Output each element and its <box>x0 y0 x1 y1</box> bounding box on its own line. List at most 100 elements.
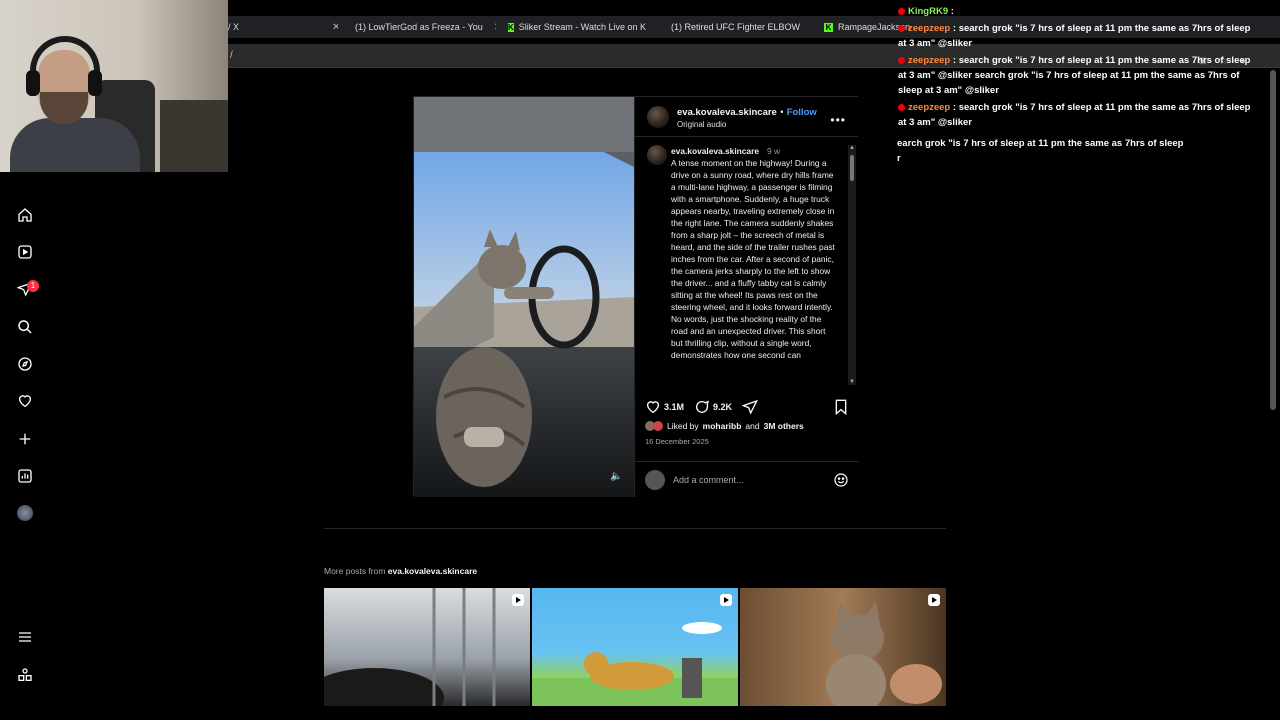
liked-by-prefix: Liked by <box>667 421 699 431</box>
author-username[interactable]: eva.kovaleva.skincare <box>677 107 777 118</box>
grid-post[interactable] <box>532 588 738 706</box>
tab-label: (1) Retired UFC Fighter ELBOW <box>671 22 801 32</box>
chat-overflow-text: earch grok "is 7 hrs of sleep at 11 pm t… <box>897 136 1257 166</box>
post-dialog: 🔈 eva.kovaleva.skincare • Follow Origina… <box>413 96 859 497</box>
post-header: eva.kovaleva.skincare • Follow Original … <box>635 97 858 137</box>
profile-avatar[interactable] <box>16 504 34 522</box>
notification-badge: 1 <box>27 280 39 292</box>
chat-message: zeepzeep : search grok "is 7 hrs of slee… <box>898 100 1260 130</box>
close-icon[interactable]: ✕ <box>332 22 338 33</box>
scroll-down-icon[interactable]: ▼ <box>848 379 856 385</box>
grid-post[interactable] <box>324 588 530 706</box>
liked-by-others[interactable]: 3M others <box>764 421 804 431</box>
chat-overflow-line: earch grok "is 7 hrs of sleep at 11 pm t… <box>897 138 1184 149</box>
more-apps-icon[interactable] <box>16 666 34 684</box>
url-text: / <box>230 50 233 61</box>
webcam-overlay <box>0 0 228 172</box>
scroll-up-icon[interactable]: ▲ <box>848 145 856 151</box>
chat-badge-icon <box>898 103 905 111</box>
video-frame-cat-driving <box>414 97 634 497</box>
close-icon[interactable]: ✕ <box>811 22 812 33</box>
emoji-icon[interactable] <box>833 472 849 488</box>
menu-icon[interactable] <box>16 628 34 646</box>
caption-scrollbar[interactable]: ▲ ▼ <box>848 145 856 385</box>
headset-left-ear <box>26 70 40 96</box>
mute-icon[interactable]: 🔈 <box>610 471 622 482</box>
post-video[interactable]: 🔈 <box>414 97 634 497</box>
save-icon[interactable] <box>834 399 848 418</box>
thumbnail-cartoon-dog <box>532 622 738 706</box>
chat-username: zeepzeep <box>908 23 951 34</box>
chat-message: KingRK9 : <box>898 4 1260 19</box>
section-divider <box>324 528 946 529</box>
comment-input[interactable]: Add a comment... <box>673 475 825 485</box>
chat-username: KingRK9 <box>908 6 949 17</box>
headset-right-ear <box>88 70 102 96</box>
dashboard-icon[interactable] <box>16 467 34 485</box>
home-icon[interactable] <box>16 206 34 224</box>
heart-icon[interactable] <box>16 392 34 410</box>
stream-chat: KingRK9 : zeepzeep : search grok "is 7 h… <box>898 4 1260 132</box>
comment-icon[interactable] <box>694 399 710 415</box>
browser-tab[interactable]: (1) Retired UFC Fighter ELBOW ✕ <box>666 16 812 38</box>
caption-text: A tense moment on the highway! During a … <box>671 158 835 360</box>
caption-time: 9 w <box>767 146 781 156</box>
explore-icon[interactable] <box>16 355 34 373</box>
liked-by-and: and <box>745 421 760 431</box>
grid-post[interactable] <box>740 588 946 706</box>
liker-avatar <box>653 421 663 431</box>
liked-by-user[interactable]: moharibb <box>703 421 742 431</box>
kick-icon: K <box>508 22 514 32</box>
comment-count[interactable]: 9.2K <box>713 402 732 412</box>
reel-icon <box>512 594 524 606</box>
browser-tab[interactable]: (1) LowTierGod as Freeza - You ✕ <box>350 16 496 38</box>
post-actions: 3.1M 9.2K <box>645 397 849 417</box>
webcam-shelf <box>160 100 228 172</box>
create-icon[interactable] <box>16 430 34 448</box>
chat-username: zeepzeep <box>908 55 951 66</box>
tab-label: / X <box>228 22 240 32</box>
page-scrollbar[interactable] <box>1270 70 1276 410</box>
reels-icon[interactable] <box>16 243 34 261</box>
reel-icon <box>720 594 732 606</box>
share-icon[interactable] <box>742 399 759 415</box>
like-icon[interactable] <box>645 399 661 415</box>
chat-username: zeepzeep <box>908 102 951 113</box>
chat-badge-icon <box>898 56 905 64</box>
close-icon[interactable]: ✕ <box>494 22 496 33</box>
chat-separator: : <box>948 6 954 17</box>
comment-box: Add a comment... <box>635 461 859 497</box>
author-avatar[interactable] <box>647 105 669 128</box>
like-count[interactable]: 3.1M <box>664 402 684 412</box>
caption-username[interactable]: eva.kovaleva.skincare <box>671 146 759 156</box>
more-options-icon[interactable]: ••• <box>830 113 846 127</box>
tab-label: (1) LowTierGod as Freeza - You <box>355 22 483 32</box>
caption-area: eva.kovaleva.skincare 9 w A tense moment … <box>635 145 849 385</box>
follow-button[interactable]: Follow <box>787 107 817 118</box>
chat-message: zeepzeep : search grok "is 7 hrs of slee… <box>898 53 1260 98</box>
liked-by: Liked by moharibb and 3M others <box>645 421 804 431</box>
caption: eva.kovaleva.skincare 9 w A tense moment … <box>671 145 839 385</box>
chat-overflow-line: r <box>897 153 901 164</box>
search-icon[interactable] <box>16 318 34 336</box>
commenter-avatar <box>645 469 665 490</box>
thumbnail-kitten <box>826 602 942 706</box>
reel-icon <box>928 594 940 606</box>
chat-message: zeepzeep : search grok "is 7 hrs of slee… <box>898 21 1260 51</box>
left-navigation <box>0 172 50 720</box>
thumbnail-snow-forest <box>324 588 496 706</box>
chat-badge-icon <box>898 7 905 15</box>
webcam-person-body <box>10 118 140 172</box>
browser-tab[interactable]: / X ✕ <box>228 16 338 38</box>
tab-label: Sliker Stream - Watch Live on K <box>518 22 646 32</box>
post-side-panel: eva.kovaleva.skincare • Follow Original … <box>634 97 859 497</box>
separator-dot: • <box>780 107 784 117</box>
scrollbar-thumb[interactable] <box>850 155 854 181</box>
caption-author-avatar[interactable] <box>647 145 667 165</box>
kick-icon: K <box>824 22 833 32</box>
audio-label[interactable]: Original audio <box>677 120 817 129</box>
chat-badge-icon <box>898 24 905 32</box>
browser-tab[interactable]: K Sliker Stream - Watch Live on K ✕ <box>508 16 654 38</box>
more-posts-user[interactable]: eva.kovaleva.skincare <box>388 566 477 576</box>
more-posts-prefix: More posts from <box>324 566 386 576</box>
